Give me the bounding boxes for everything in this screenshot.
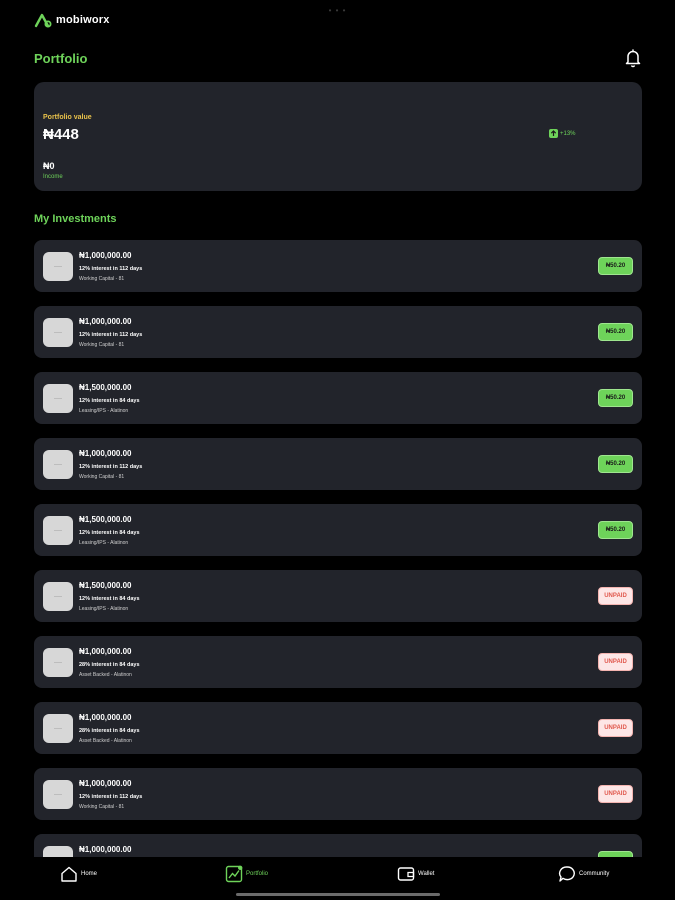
investment-thumbnail [43, 582, 73, 611]
investment-interest: 12% interest in 112 days [79, 464, 143, 470]
status-badge: ₦50.20 [598, 455, 633, 473]
logo-icon [34, 13, 52, 28]
investment-thumbnail [43, 846, 73, 857]
chat-icon [558, 866, 575, 882]
nav-label-wallet: Wallet [418, 871, 435, 877]
investment-interest: 12% interest in 112 days [79, 266, 143, 272]
nav-item-home[interactable]: Home [60, 865, 97, 883]
income-value: ₦0 [43, 161, 55, 171]
investment-category: Asset Backed - Alatinon [79, 738, 132, 744]
investment-category: Leasing/IPS - Alatinon [79, 606, 129, 612]
home-indicator [236, 893, 440, 896]
portfolio-change-value: +13% [560, 130, 576, 137]
investment-category: Working Capital - 81 [79, 342, 125, 348]
investments-title: My Investments [34, 213, 117, 225]
investment-interest: 28% interest in 84 days [79, 662, 140, 668]
investment-card[interactable]: ₦1,000,000.0012% interest in 112 daysWor… [34, 834, 642, 857]
portfolio-value-label: Portfolio value [43, 114, 92, 121]
trend-up-icon [549, 129, 558, 138]
investment-card[interactable]: ₦1,000,000.00 28% interest in 84 days Asse… [34, 636, 642, 688]
investment-amount: ₦1,000,000.00 [79, 713, 132, 722]
investment-thumbnail [43, 450, 73, 479]
investment-thumbnail [43, 516, 73, 545]
nav-label-home: Home [81, 871, 98, 877]
investment-thumbnail [43, 714, 73, 743]
status-badge: ₦50.20 [598, 323, 633, 341]
investment-card[interactable]: ₦1,000,000.00 12% interest in 112 days Wor… [34, 438, 642, 490]
bell-icon[interactable] [624, 48, 642, 68]
investment-interest: 12% interest in 84 days [79, 398, 140, 404]
chart-icon [225, 865, 243, 883]
investment-amount: ₦1,000,000.00 [79, 449, 132, 458]
status-badge: ₦50.20 [598, 389, 633, 407]
portfolio-summary-card: Portfolio value ₦448 +13% ₦0 Income [34, 82, 642, 191]
status-badge: UNPAID [598, 587, 633, 605]
investment-amount: ₦1,000,000.00 [79, 779, 132, 788]
investment-category: Working Capital - 81 [79, 276, 125, 282]
portfolio-value: ₦448 [43, 126, 79, 143]
status-badge: ₦50.20 [598, 521, 633, 539]
investment-card[interactable]: ₦1,000,000.00 12% interest in 112 days Wor… [34, 768, 642, 820]
investment-amount: ₦1,000,000.00 [79, 251, 132, 260]
investment-card[interactable]: ₦1,000,000.00 12% interest in 112 days Wor… [34, 240, 642, 292]
investment-amount: ₦1,500,000.00 [79, 383, 132, 392]
investment-category: Working Capital - 81 [79, 474, 125, 480]
investment-interest: 12% interest in 112 days [79, 332, 143, 338]
investment-thumbnail [43, 780, 73, 809]
status-badge: ₦50.20 [598, 257, 633, 275]
investments-list[interactable]: ₦1,000,000.00 12% interest in 112 days Wor… [34, 240, 642, 857]
nav-label-portfolio: Portfolio [246, 871, 269, 877]
nav-item-community[interactable]: Community [558, 865, 609, 883]
status-indicator: • • • [328, 6, 347, 15]
investment-card[interactable]: ₦1,500,000.00 12% interest in 84 days Leas… [34, 372, 642, 424]
investment-card[interactable]: ₦1,000,000.00 28% interest in 84 days Asse… [34, 702, 642, 754]
status-badge: UNPAID [598, 785, 633, 803]
investment-card[interactable]: ₦1,500,000.00 12% interest in 84 days Leas… [34, 570, 642, 622]
investment-category: Leasing/IPS - Alatinon [79, 540, 129, 546]
nav-label-community: Community [579, 871, 610, 877]
investment-category: Working Capital - 81 [79, 804, 125, 810]
portfolio-change: +13% [549, 129, 576, 138]
status-badge: UNPAID [598, 719, 633, 737]
investment-category: Leasing/IPS - Alatinon [79, 408, 129, 414]
investment-thumbnail [43, 252, 73, 281]
investment-interest: 28% interest in 84 days [79, 728, 140, 734]
income-label: Income [43, 174, 63, 180]
investment-amount: ₦1,000,000.00 [79, 317, 132, 326]
app-logo: mobiworx [34, 12, 110, 28]
status-badge: UNPAID [598, 653, 633, 671]
investment-amount: ₦1,000,000.00 [79, 647, 132, 656]
portfolio-screen: • • • mobiworx Portfolio Portfolio value… [0, 0, 675, 900]
investment-thumbnail [43, 384, 73, 413]
investment-card[interactable]: ₦1,500,000.00 12% interest in 84 days Leas… [34, 504, 642, 556]
logo-text: mobiworx [56, 14, 110, 26]
investment-card[interactable]: ₦1,000,000.00 12% interest in 112 days Wor… [34, 306, 642, 358]
investment-amount: ₦1,500,000.00 [79, 515, 132, 524]
investment-amount: ₦1,000,000.00 [79, 845, 132, 854]
investment-interest: 12% interest in 84 days [79, 596, 140, 602]
home-icon [61, 866, 77, 882]
page-title: Portfolio [34, 51, 88, 66]
wallet-icon [397, 867, 415, 881]
nav-item-wallet[interactable]: Wallet [397, 865, 434, 883]
investment-thumbnail [43, 318, 73, 347]
investment-amount: ₦1,500,000.00 [79, 581, 132, 590]
investment-category: Asset Backed - Alatinon [79, 672, 132, 678]
investment-interest: 12% interest in 84 days [79, 530, 140, 536]
investment-interest: 12% interest in 112 days [79, 794, 143, 800]
nav-item-portfolio[interactable]: Portfolio [225, 865, 268, 883]
investment-thumbnail [43, 648, 73, 677]
